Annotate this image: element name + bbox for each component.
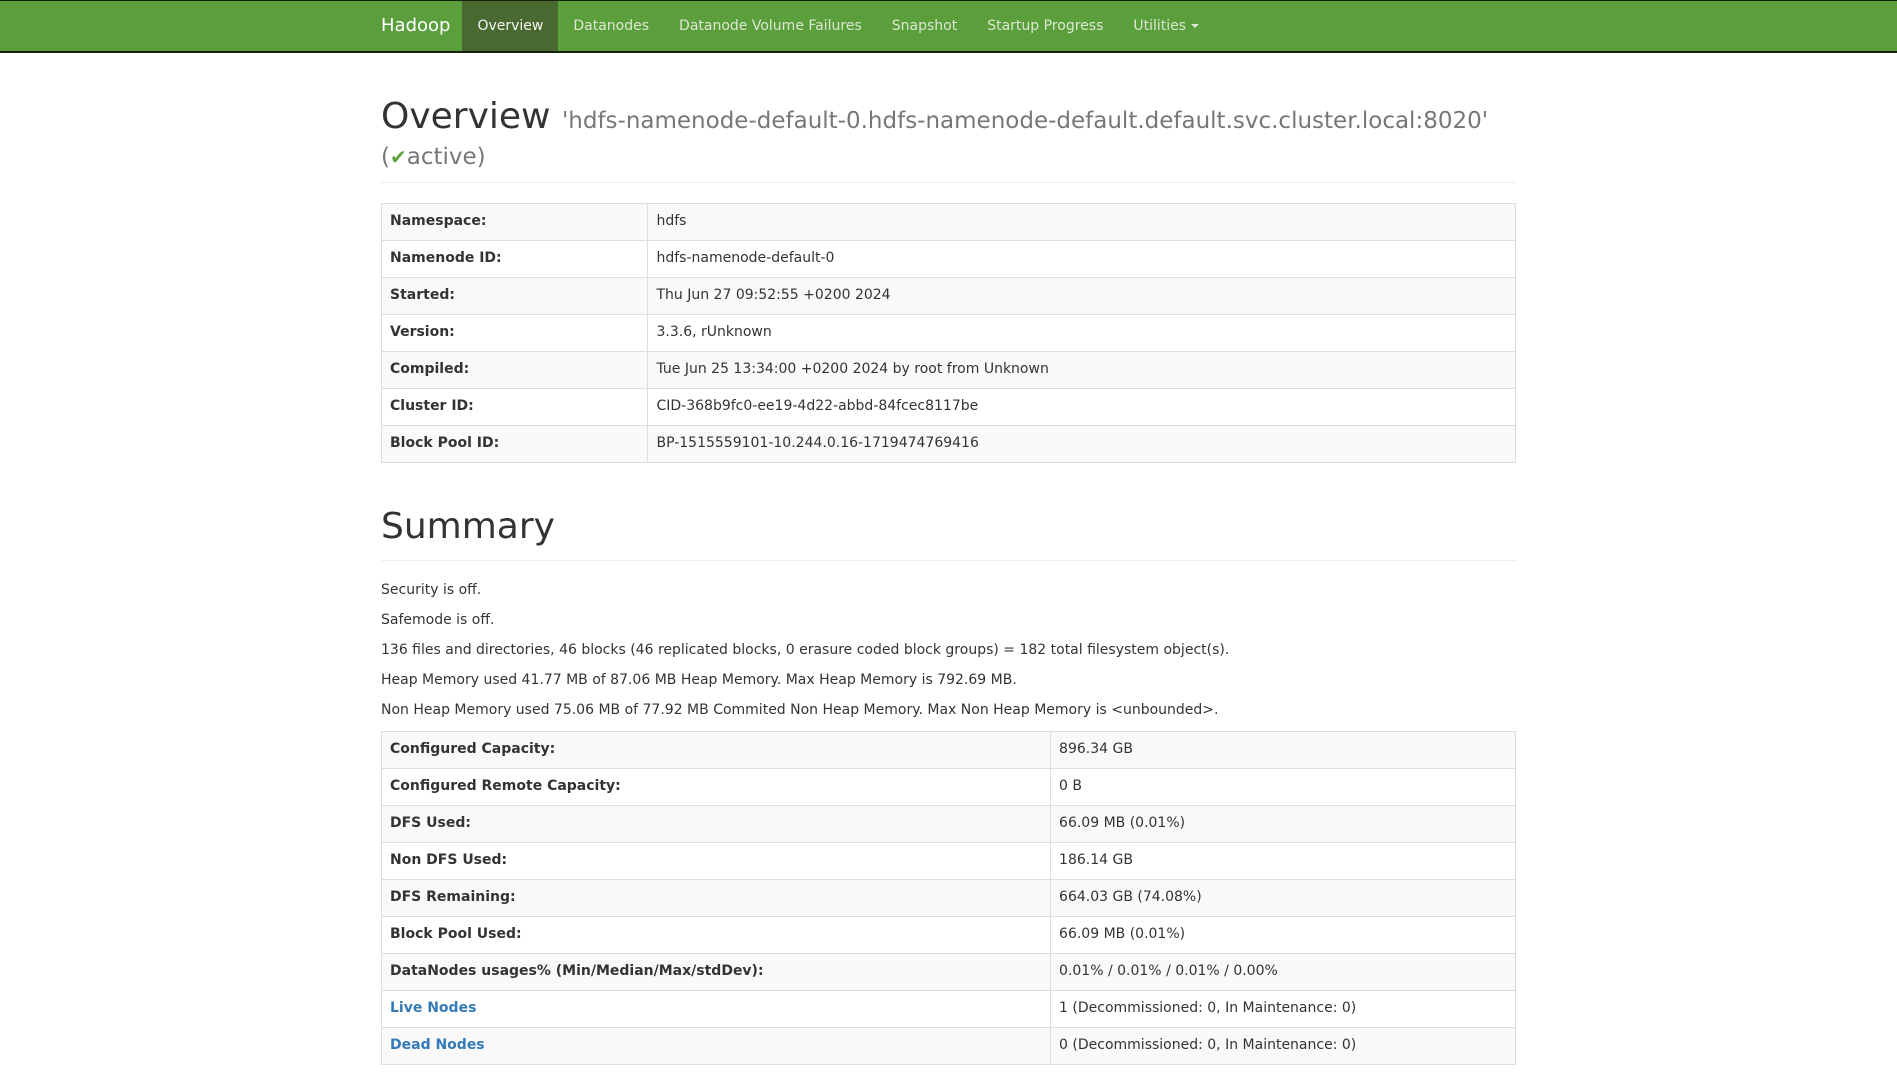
summary-text: Security is off. Safemode is off. 136 fi… [381, 581, 1516, 721]
table-row: DFS Remaining: 664.03 GB (74.08%) [382, 879, 1516, 916]
state-open-paren: ( [381, 144, 390, 170]
page-title: Overview 'hdfs-namenode-default-0.hdfs-n… [381, 93, 1516, 173]
active-check-icon: ✔ [390, 145, 407, 169]
row-value: 0 (Decommissioned: 0, In Maintenance: 0) [1051, 1027, 1516, 1064]
tab-startup-progress-link[interactable]: Startup Progress [972, 1, 1118, 51]
namenode-info-table: Namespace: hdfs Namenode ID: hdfs-nameno… [381, 203, 1516, 463]
overview-page-header: Overview 'hdfs-namenode-default-0.hdfs-n… [381, 93, 1516, 183]
table-row: Namespace: hdfs [382, 203, 1516, 240]
namenode-state: (✔active) [381, 142, 1516, 173]
caret-down-icon [1191, 24, 1199, 28]
table-row: Configured Remote Capacity: 0 B [382, 769, 1516, 806]
row-label: Version: [382, 314, 648, 351]
table-row: DFS Used: 66.09 MB (0.01%) [382, 806, 1516, 843]
table-row: Non DFS Used: 186.14 GB [382, 843, 1516, 880]
row-value: 3.3.6, rUnknown [648, 314, 1516, 351]
row-value: 66.09 MB (0.01%) [1051, 806, 1516, 843]
row-label: Configured Capacity: [382, 732, 1051, 769]
row-value: 66.09 MB (0.01%) [1051, 916, 1516, 953]
tab-snapshot: Snapshot [877, 1, 972, 51]
table-row: Configured Capacity: 896.34 GB [382, 732, 1516, 769]
brand-hadoop[interactable]: Hadoop [381, 1, 462, 51]
table-row: Block Pool ID: BP-1515559101-10.244.0.16… [382, 425, 1516, 462]
row-value: 1 (Decommissioned: 0, In Maintenance: 0) [1051, 990, 1516, 1027]
row-value: Thu Jun 27 09:52:55 +0200 2024 [648, 277, 1516, 314]
state-label: active) [407, 144, 486, 170]
table-row: Started: Thu Jun 27 09:52:55 +0200 2024 [382, 277, 1516, 314]
tab-datanodes: Datanodes [558, 1, 664, 51]
non-heap-memory: Non Heap Memory used 75.06 MB of 77.92 M… [381, 701, 1516, 721]
table-row: Compiled: Tue Jun 25 13:34:00 +0200 2024… [382, 351, 1516, 388]
row-value: 0.01% / 0.01% / 0.01% / 0.00% [1051, 953, 1516, 990]
tab-datanodes-link[interactable]: Datanodes [558, 1, 664, 51]
row-label: Cluster ID: [382, 388, 648, 425]
namenode-address: 'hdfs-namenode-default-0.hdfs-namenode-d… [562, 108, 1488, 134]
row-value: BP-1515559101-10.244.0.16-1719474769416 [648, 425, 1516, 462]
summary-title: Summary [381, 503, 1516, 552]
tab-overview: Overview [462, 1, 558, 51]
table-row: Block Pool Used: 66.09 MB (0.01%) [382, 916, 1516, 953]
row-label: Compiled: [382, 351, 648, 388]
row-label: Block Pool Used: [382, 916, 1051, 953]
tab-datanode-volume-failures: Datanode Volume Failures [664, 1, 877, 51]
top-navbar: Hadoop Overview Datanodes Datanode Volum… [0, 0, 1897, 53]
table-row: Dead Nodes 0 (Decommissioned: 0, In Main… [382, 1027, 1516, 1064]
tab-snapshot-link[interactable]: Snapshot [877, 1, 972, 51]
tab-datanode-volume-failures-link[interactable]: Datanode Volume Failures [664, 1, 877, 51]
tab-startup-progress: Startup Progress [972, 1, 1118, 51]
row-label: Namespace: [382, 203, 648, 240]
row-label: DFS Remaining: [382, 879, 1051, 916]
dead-nodes-link[interactable]: Dead Nodes [390, 1037, 485, 1053]
main-nav: Overview Datanodes Datanode Volume Failu… [462, 1, 1214, 51]
summary-page-header: Summary [381, 503, 1516, 562]
row-label: DataNodes usages% (Min/Median/Max/stdDev… [382, 953, 1051, 990]
row-label: Block Pool ID: [382, 425, 648, 462]
row-value: hdfs [648, 203, 1516, 240]
table-row: Live Nodes 1 (Decommissioned: 0, In Main… [382, 990, 1516, 1027]
row-value: CID-368b9fc0-ee19-4d22-abbd-84fcec8117be [648, 388, 1516, 425]
table-row: Namenode ID: hdfs-namenode-default-0 [382, 240, 1516, 277]
heap-memory: Heap Memory used 41.77 MB of 87.06 MB He… [381, 671, 1516, 691]
table-row: DataNodes usages% (Min/Median/Max/stdDev… [382, 953, 1516, 990]
row-value: 664.03 GB (74.08%) [1051, 879, 1516, 916]
main-content: Overview 'hdfs-namenode-default-0.hdfs-n… [366, 93, 1531, 1065]
row-value: 896.34 GB [1051, 732, 1516, 769]
row-value: Tue Jun 25 13:34:00 +0200 2024 by root f… [648, 351, 1516, 388]
row-label: Started: [382, 277, 648, 314]
tab-utilities: Utilities [1118, 1, 1214, 51]
row-value: hdfs-namenode-default-0 [648, 240, 1516, 277]
row-label: Dead Nodes [382, 1027, 1051, 1064]
row-value: 186.14 GB [1051, 843, 1516, 880]
navbar-container: Hadoop Overview Datanodes Datanode Volum… [366, 1, 1531, 51]
row-label: DFS Used: [382, 806, 1051, 843]
table-row: Version: 3.3.6, rUnknown [382, 314, 1516, 351]
row-label: Live Nodes [382, 990, 1051, 1027]
summary-table: Configured Capacity: 896.34 GB Configure… [381, 731, 1516, 1065]
row-value: 0 B [1051, 769, 1516, 806]
row-label: Non DFS Used: [382, 843, 1051, 880]
table-row: Cluster ID: CID-368b9fc0-ee19-4d22-abbd-… [382, 388, 1516, 425]
row-label: Configured Remote Capacity: [382, 769, 1051, 806]
safemode-status: Safemode is off. [381, 611, 1516, 631]
utilities-dropdown-toggle[interactable]: Utilities [1118, 1, 1214, 51]
live-nodes-link[interactable]: Live Nodes [390, 1000, 476, 1016]
tab-overview-link[interactable]: Overview [462, 1, 558, 51]
filesystem-objects: 136 files and directories, 46 blocks (46… [381, 641, 1516, 661]
utilities-dropdown-label: Utilities [1133, 18, 1186, 34]
page-title-text: Overview [381, 96, 551, 137]
row-label: Namenode ID: [382, 240, 648, 277]
security-status: Security is off. [381, 581, 1516, 601]
